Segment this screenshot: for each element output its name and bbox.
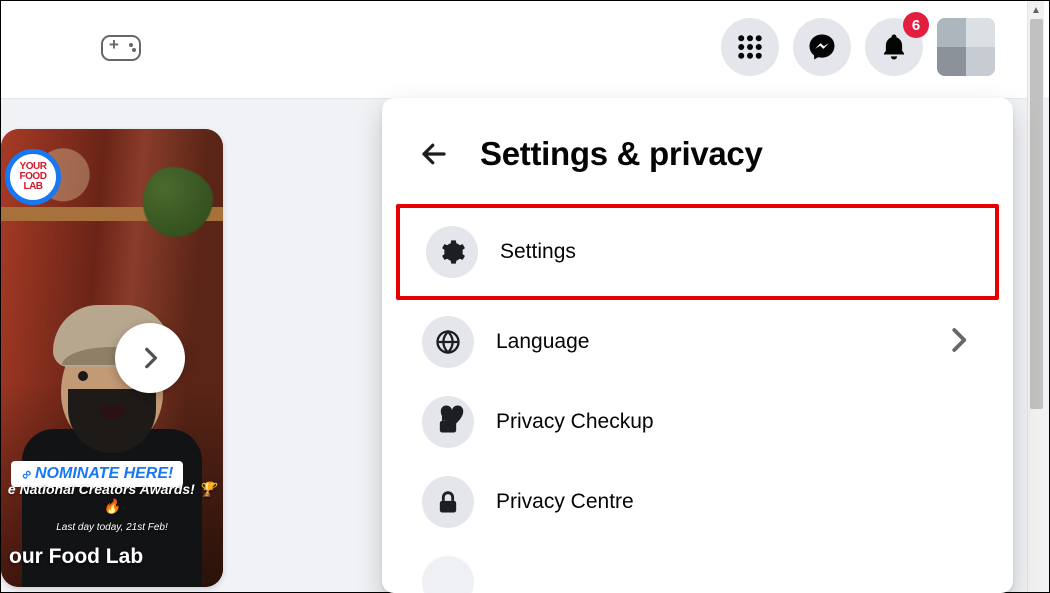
notification-badge: 6 <box>903 12 929 38</box>
story-award-line: e National Creators Awards! 🏆🔥 <box>1 481 223 515</box>
lock-icon <box>422 476 474 528</box>
scrollbar[interactable]: ▲ <box>1027 1 1044 592</box>
globe-icon <box>422 316 474 368</box>
more-icon <box>422 556 474 593</box>
chevron-right-icon <box>943 325 973 360</box>
menu-label: Language <box>496 330 921 354</box>
menu-grid-button[interactable] <box>721 18 779 76</box>
gear-icon <box>426 226 478 278</box>
menu-item-privacy-centre[interactable]: Privacy Centre <box>394 464 1001 540</box>
menu-item-settings[interactable]: Settings <box>396 204 999 300</box>
menu-item-more[interactable] <box>394 544 1001 593</box>
story-card[interactable]: YOURFOODLAB NOMINATE HERE! e National Cr… <box>1 129 223 587</box>
story-subline: Last day today, 21st Feb! <box>1 522 223 533</box>
scrollbar-thumb[interactable] <box>1030 19 1043 409</box>
panel-title: Settings & privacy <box>480 135 763 173</box>
scroll-up-arrow[interactable]: ▲ <box>1028 1 1044 19</box>
header-actions: 6 <box>721 18 995 76</box>
menu-label: Privacy Centre <box>496 490 973 514</box>
story-title: our Food Lab <box>1 545 223 569</box>
notifications-button[interactable]: 6 <box>865 18 923 76</box>
menu-label: Privacy Checkup <box>496 410 973 434</box>
menu-item-language[interactable]: Language <box>394 304 1001 380</box>
menu-item-privacy-checkup[interactable]: Privacy Checkup <box>394 384 1001 460</box>
panel-header: Settings & privacy <box>382 98 1013 204</box>
lock-heart-icon <box>422 396 474 448</box>
profile-avatar[interactable] <box>937 18 995 76</box>
settings-privacy-panel: Settings & privacy Settings Language Pri… <box>382 98 1013 593</box>
bell-icon <box>879 32 909 62</box>
story-profile-badge[interactable]: YOURFOODLAB <box>5 149 61 205</box>
arrow-left-icon <box>419 139 449 169</box>
story-next-button[interactable] <box>115 323 185 393</box>
chevron-right-icon <box>137 345 163 371</box>
grid-icon <box>735 32 765 62</box>
gaming-icon[interactable] <box>101 35 141 61</box>
messenger-icon <box>807 32 837 62</box>
back-button[interactable] <box>412 132 456 176</box>
messenger-button[interactable] <box>793 18 851 76</box>
top-header: 6 <box>1 1 1049 99</box>
menu-label: Settings <box>500 240 969 264</box>
